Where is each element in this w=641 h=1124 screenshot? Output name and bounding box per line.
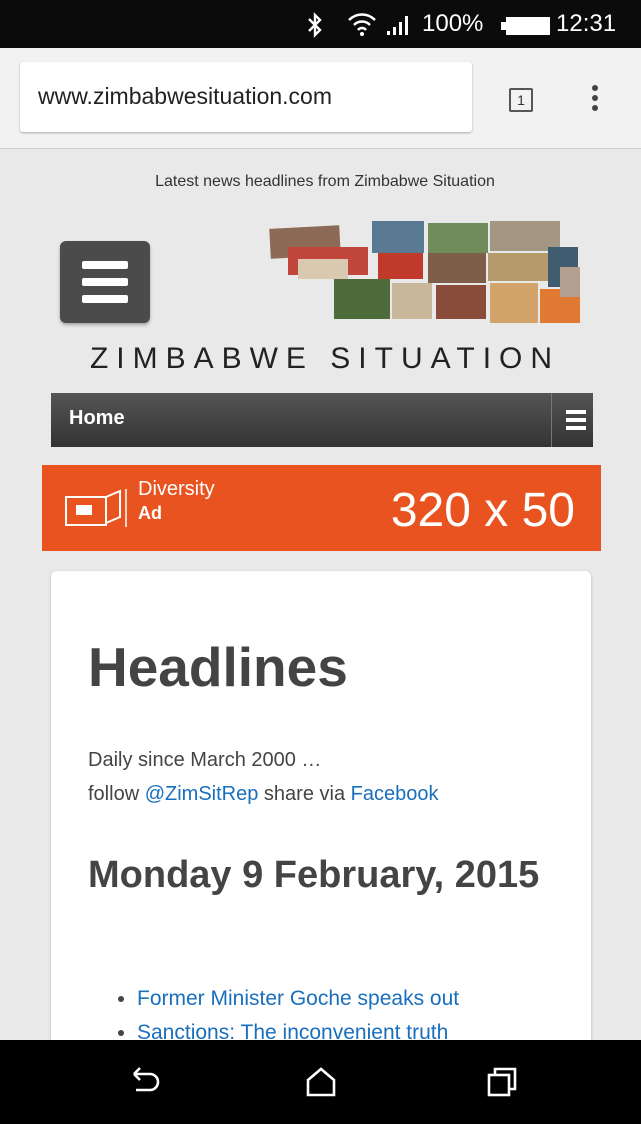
wifi-icon (348, 13, 376, 36)
headline-link[interactable]: Sanctions: The inconvenient truth (137, 1021, 459, 1040)
overflow-menu-button[interactable] (585, 82, 605, 118)
battery-icon (501, 17, 550, 35)
dot-icon (592, 85, 598, 91)
facebook-link[interactable]: Facebook (351, 783, 439, 805)
nav-home-link[interactable]: Home (69, 407, 125, 430)
recents-icon[interactable] (484, 1064, 520, 1100)
site-tagline: Latest news headlines from Zimbabwe Situ… (155, 173, 495, 190)
ad-banner[interactable]: Diversity Ad 320 x 50 (42, 465, 601, 551)
photo-collage-logo[interactable] (268, 219, 586, 327)
system-nav-bar (0, 1040, 641, 1124)
intro-text: Daily since March 2000 … (88, 749, 322, 771)
battery-percent: 100% (422, 10, 484, 37)
url-field[interactable]: www.zimbabwesituation.com (20, 62, 472, 132)
site-title: ZIMBABWE SITUATION (89, 342, 561, 375)
ad-brand-line1: Diversity (138, 478, 215, 500)
back-icon[interactable] (126, 1064, 162, 1100)
headline-list: Former Minister Goche speaks out Sanctio… (117, 987, 459, 1040)
follow-line: follow @ZimSitRep share via Facebook (88, 783, 439, 805)
browser-toolbar: www.zimbabwesituation.com 1 (0, 48, 641, 149)
page-heading: Headlines (88, 636, 348, 698)
status-bar: 100% 12:31 (0, 0, 641, 48)
content-card: Headlines Daily since March 2000 … follo… (51, 571, 591, 1040)
headline-link[interactable]: Former Minister Goche speaks out (137, 987, 459, 1011)
web-page: Latest news headlines from Zimbabwe Situ… (0, 149, 641, 1040)
nav-menu-icon[interactable] (551, 393, 594, 447)
signal-icon (387, 16, 408, 35)
dot-icon (592, 105, 598, 111)
home-icon[interactable] (303, 1064, 339, 1100)
ad-brand-line2: Ad (138, 503, 162, 523)
date-heading: Monday 9 February, 2015 (88, 854, 540, 896)
clock: 12:31 (556, 10, 617, 37)
diversity-ad-logo-icon (65, 489, 127, 527)
menu-icon[interactable] (60, 241, 150, 323)
main-nav-bar: Home (51, 393, 593, 447)
twitter-link[interactable]: @ZimSitRep (145, 783, 259, 805)
bluetooth-icon (308, 12, 322, 38)
tab-switcher-button[interactable]: 1 (509, 88, 533, 112)
dot-icon (592, 95, 598, 101)
ad-size-text: 320 x 50 (390, 484, 575, 537)
url-text: www.zimbabwesituation.com (38, 83, 333, 109)
